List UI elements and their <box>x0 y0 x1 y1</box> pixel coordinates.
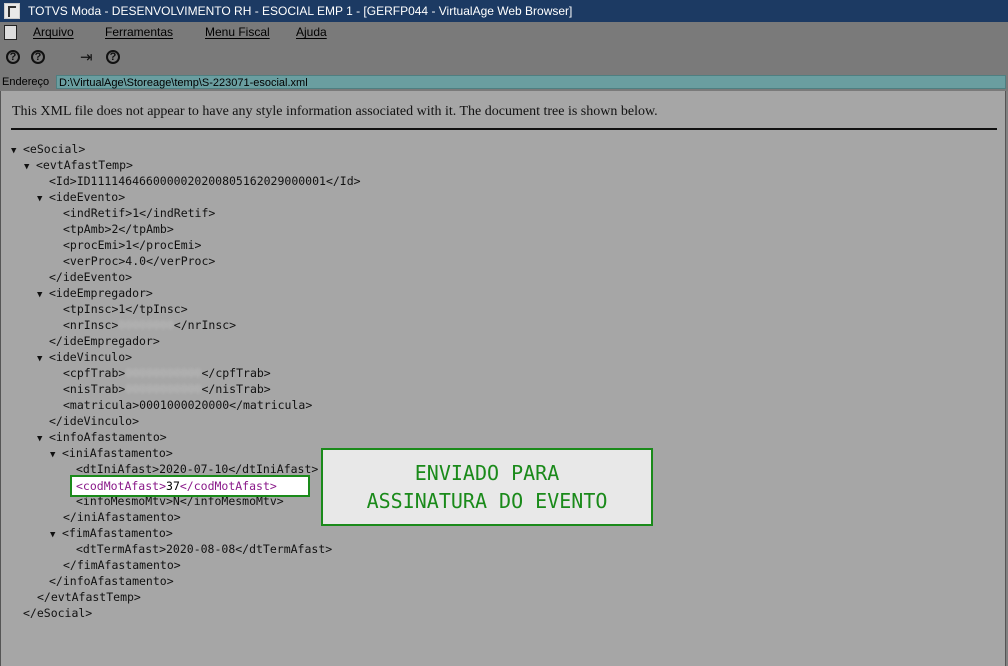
xml-line: <nisTrab>00000000000</nisTrab> <box>63 382 271 396</box>
help-icon-2[interactable]: ? <box>31 50 45 64</box>
xml-line: <indRetif>1</indRetif> <box>63 206 216 220</box>
xml-line[interactable]: ▼ <eSocial> <box>11 141 85 157</box>
address-input[interactable]: D:\VirtualAge\Storeage\temp\S-223071-eso… <box>56 75 1006 89</box>
xml-line: </ideEvento> <box>49 270 133 284</box>
xml-line: </ideVinculo> <box>49 414 140 428</box>
menu-ferramentas[interactable]: Ferramentas <box>105 25 173 39</box>
callout-line-1: ENVIADO PARA <box>414 461 560 485</box>
collapse-triangle-icon[interactable]: ▼ <box>37 191 49 207</box>
about-icon[interactable]: ? <box>106 50 120 64</box>
collapse-triangle-icon[interactable]: ▼ <box>24 159 36 175</box>
xml-line[interactable]: ▼ <infoAfastamento> <box>37 429 167 445</box>
document-view: This XML file does not appear to have an… <box>0 91 1006 666</box>
xml-line[interactable]: ▼ <fimAfastamento> <box>50 525 173 541</box>
xml-line[interactable]: ▼ <evtAfastTemp> <box>24 157 133 173</box>
xml-notice: This XML file does not appear to have an… <box>12 104 658 119</box>
collapse-triangle-icon[interactable]: ▼ <box>37 351 49 367</box>
xml-line: </iniAfastamento> <box>63 510 181 524</box>
menu-ajuda[interactable]: Ajuda <box>296 25 327 39</box>
redacted-value: 00000000000 <box>125 382 202 396</box>
app-icon <box>4 3 20 19</box>
xml-line: <matricula>0001000020000</matricula> <box>63 398 313 412</box>
redacted-value: 00000000 <box>118 318 174 332</box>
collapse-triangle-icon[interactable]: ▼ <box>37 287 49 303</box>
xml-line: <cpfTrab>00000000000</cpfTrab> <box>63 366 271 380</box>
highlighted-codmotafast: <codMotAfast>37</codMotAfast> <box>70 475 310 497</box>
collapse-triangle-icon[interactable]: ▼ <box>11 143 23 159</box>
xml-line: <Id>ID1111464660000020200805162029000001… <box>49 174 361 188</box>
collapse-triangle-icon[interactable]: ▼ <box>37 431 49 447</box>
xml-line: </infoAfastamento> <box>49 574 174 588</box>
redacted-value: 00000000000 <box>125 366 202 380</box>
address-bar: Endereço D:\VirtualAge\Storeage\temp\S-2… <box>0 74 1008 91</box>
window-title: TOTVS Moda - DESENVOLVIMENTO RH - ESOCIA… <box>28 4 573 18</box>
menu-bar: Arquivo Ferramentas Menu Fiscal Ajuda <box>0 22 1008 42</box>
status-callout: ENVIADO PARA ASSINATURA DO EVENTO <box>321 448 653 526</box>
xml-line: </ideEmpregador> <box>49 334 160 348</box>
xml-line[interactable]: ▼ <ideEvento> <box>37 189 125 205</box>
xml-line: </eSocial> <box>23 606 93 620</box>
collapse-triangle-icon[interactable]: ▼ <box>50 447 62 463</box>
xml-line[interactable]: ▼ <ideVinculo> <box>37 349 132 365</box>
xml-line: <verProc>4.0</verProc> <box>63 254 216 268</box>
exit-icon[interactable]: ⇥ <box>80 50 96 66</box>
callout-line-2: ASSINATURA DO EVENTO <box>366 489 608 513</box>
xml-line: <procEmi>1</procEmi> <box>63 238 202 252</box>
xml-line: <dtTermAfast>2020-08-08</dtTermAfast> <box>76 542 333 556</box>
menu-arquivo[interactable]: Arquivo <box>33 25 74 39</box>
xml-line: <tpInsc>1</tpInsc> <box>63 302 188 316</box>
help-icon[interactable]: ? <box>6 50 20 64</box>
xml-line: <nrInsc>00000000</nrInsc> <box>63 318 237 332</box>
menu-fiscal[interactable]: Menu Fiscal <box>205 25 270 39</box>
address-label: Endereço <box>2 76 50 88</box>
xml-line: <tpAmb>2</tpAmb> <box>63 222 174 236</box>
xml-line: </fimAfastamento> <box>63 558 181 572</box>
xml-line[interactable]: ▼ <iniAfastamento> <box>50 445 173 461</box>
document-icon[interactable] <box>4 25 17 40</box>
xml-line: </evtAfastTemp> <box>37 590 141 604</box>
collapse-triangle-icon[interactable]: ▼ <box>50 527 62 543</box>
window-titlebar: TOTVS Moda - DESENVOLVIMENTO RH - ESOCIA… <box>0 0 1008 22</box>
divider <box>11 128 997 130</box>
xml-line[interactable]: ▼ <ideEmpregador> <box>37 285 153 301</box>
toolbar: ? ? ⇥ ? <box>0 42 1008 74</box>
